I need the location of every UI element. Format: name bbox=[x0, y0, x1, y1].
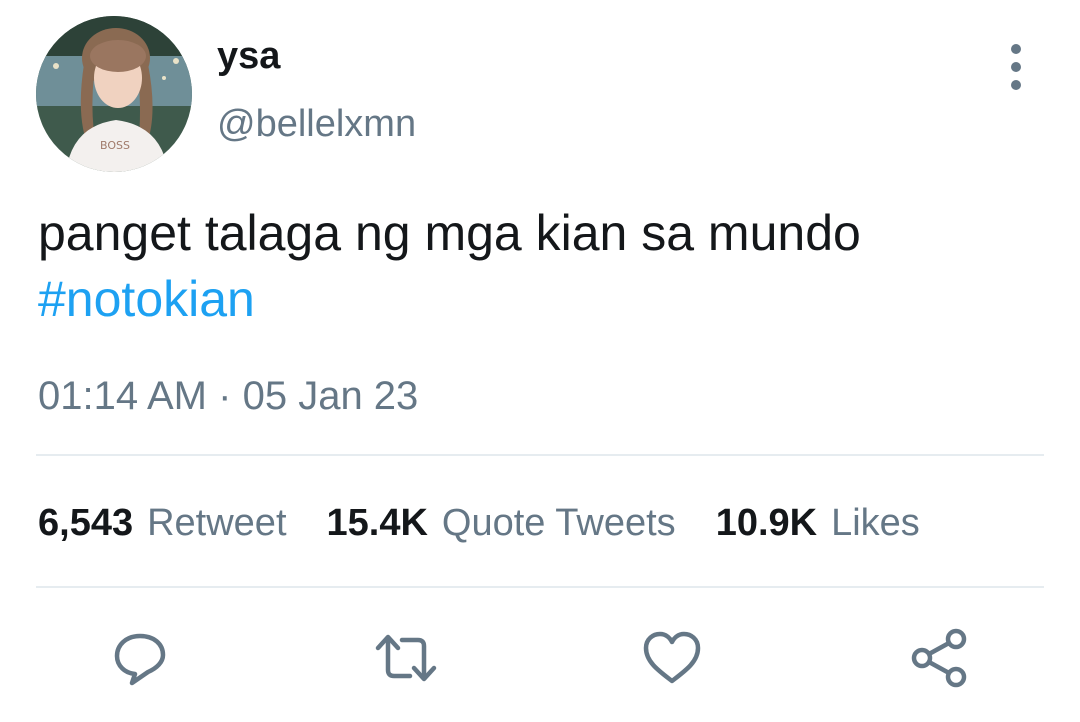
tweet-text: panget talaga ng mga kian sa mundo #noto… bbox=[38, 200, 1048, 332]
more-options-button[interactable] bbox=[996, 44, 1036, 90]
share-button[interactable] bbox=[908, 626, 972, 690]
like-button[interactable] bbox=[640, 626, 704, 690]
divider bbox=[36, 454, 1044, 456]
display-name[interactable]: ysa bbox=[217, 32, 280, 80]
divider bbox=[36, 586, 1044, 588]
quote-tweets-stat[interactable]: 15.4K Quote Tweets bbox=[327, 498, 676, 548]
user-handle[interactable]: @bellelxmn bbox=[217, 100, 416, 148]
tweet-text-line: panget talaga ng mga kian sa mundo bbox=[38, 205, 861, 261]
avatar[interactable]: BOSS bbox=[36, 16, 192, 172]
avatar-image: BOSS bbox=[36, 16, 192, 172]
retweet-icon bbox=[375, 634, 437, 682]
reply-icon bbox=[114, 633, 166, 686]
more-dot-icon bbox=[1011, 80, 1021, 90]
tweet-date: 05 Jan 23 bbox=[242, 374, 419, 418]
likes-count: 10.9K bbox=[715, 502, 818, 544]
tweet-stats: 6,543 Retweet 15.4K Quote Tweets 10.9K L… bbox=[38, 498, 920, 548]
share-icon bbox=[911, 628, 967, 688]
avatar-shirt-text: BOSS bbox=[100, 139, 130, 152]
more-dot-icon bbox=[1011, 62, 1021, 72]
likes-label: Likes bbox=[831, 502, 920, 544]
more-dot-icon bbox=[1011, 44, 1021, 54]
reply-button[interactable] bbox=[108, 626, 172, 690]
retweets-count: 6,543 bbox=[38, 502, 134, 544]
likes-stat[interactable]: 10.9K Likes bbox=[716, 498, 920, 548]
timestamp-separator: · bbox=[218, 374, 232, 418]
retweets-label: Retweet bbox=[147, 502, 287, 544]
retweets-stat[interactable]: 6,543 Retweet bbox=[38, 498, 287, 548]
hashtag-link[interactable]: #notokian bbox=[38, 266, 1048, 332]
retweet-button[interactable] bbox=[374, 626, 438, 690]
heart-icon bbox=[643, 631, 701, 684]
tweet-time: 01:14 AM bbox=[38, 374, 208, 418]
quote-tweets-count: 15.4K bbox=[326, 502, 428, 544]
tweet-timestamp[interactable]: 01:14 AM · 05 Jan 23 bbox=[38, 371, 418, 421]
quote-tweets-label: Quote Tweets bbox=[441, 502, 676, 544]
